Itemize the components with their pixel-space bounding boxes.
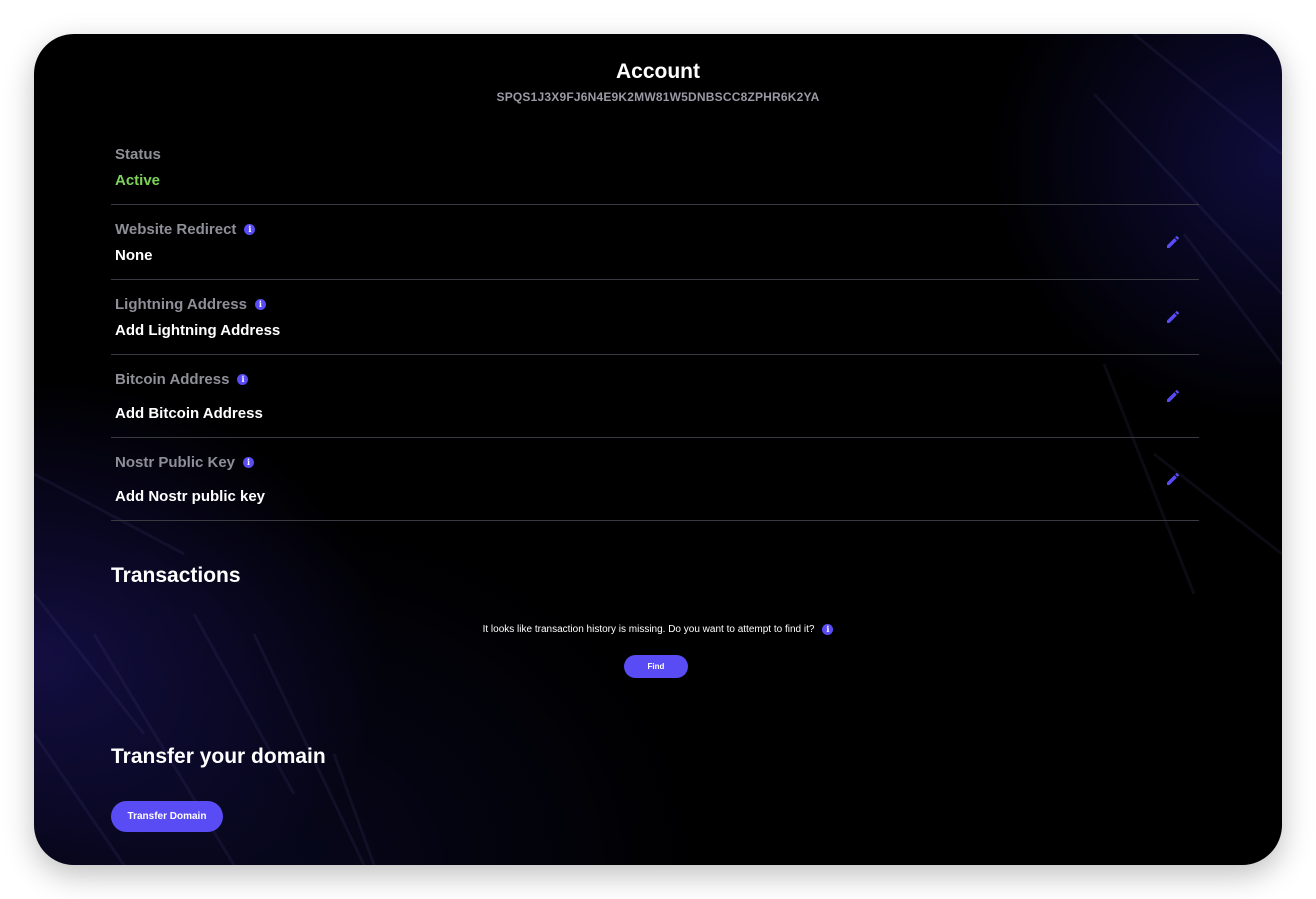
account-id: SPQS1J3X9FJ6N4E9K2MW81W5DNBSCC8ZPHR6K2YA bbox=[496, 90, 820, 104]
page-title: Account bbox=[616, 60, 700, 83]
info-icon[interactable]: i bbox=[822, 624, 834, 635]
pencil-icon[interactable] bbox=[1165, 471, 1181, 487]
info-icon[interactable]: i bbox=[254, 299, 266, 310]
website-redirect-row: Website Redirect i None bbox=[111, 205, 1199, 280]
pencil-icon[interactable] bbox=[1165, 388, 1181, 404]
pencil-icon[interactable] bbox=[1165, 309, 1181, 325]
transfer-domain-button[interactable]: Transfer Domain bbox=[111, 801, 223, 832]
status-label: Status bbox=[115, 146, 161, 163]
account-card: Account SPQS1J3X9FJ6N4E9K2MW81W5DNBSCC8Z… bbox=[34, 34, 1282, 865]
nostr-public-key-row: Nostr Public Key i Add Nostr public key bbox=[111, 438, 1199, 521]
bitcoin-address-row: Bitcoin Address i Add Bitcoin Address bbox=[111, 355, 1199, 438]
account-header: Account SPQS1J3X9FJ6N4E9K2MW81W5DNBSCC8Z… bbox=[34, 60, 1282, 104]
transaction-missing-message: It looks like transaction history is mis… bbox=[34, 624, 1282, 635]
transfer-domain-title: Transfer your domain bbox=[111, 745, 326, 768]
lightning-address-label: Lightning Address i bbox=[115, 296, 266, 313]
missing-message-text: It looks like transaction history is mis… bbox=[482, 624, 815, 635]
transactions-title: Transactions bbox=[111, 564, 241, 587]
info-icon[interactable]: i bbox=[244, 224, 256, 235]
info-icon[interactable]: i bbox=[237, 374, 249, 385]
pencil-icon[interactable] bbox=[1165, 234, 1181, 250]
find-button[interactable]: Find bbox=[624, 655, 688, 678]
website-redirect-value: None bbox=[115, 247, 153, 264]
website-redirect-label-text: Website Redirect bbox=[115, 221, 237, 238]
lightning-address-value[interactable]: Add Lightning Address bbox=[115, 322, 280, 339]
account-details-list: Status Active Website Redirect i None Li… bbox=[111, 129, 1199, 521]
status-value: Active bbox=[115, 172, 161, 189]
bitcoin-address-label: Bitcoin Address i bbox=[115, 371, 249, 388]
nostr-public-key-label: Nostr Public Key i bbox=[115, 454, 255, 471]
bitcoin-address-value[interactable]: Add Bitcoin Address bbox=[115, 405, 263, 422]
status-row: Status Active bbox=[111, 129, 1199, 205]
info-icon[interactable]: i bbox=[243, 457, 255, 468]
website-redirect-label: Website Redirect i bbox=[115, 221, 256, 238]
lightning-address-label-text: Lightning Address bbox=[115, 296, 247, 313]
nostr-public-key-value[interactable]: Add Nostr public key bbox=[115, 488, 265, 505]
bitcoin-address-label-text: Bitcoin Address bbox=[115, 371, 230, 388]
lightning-address-row: Lightning Address i Add Lightning Addres… bbox=[111, 280, 1199, 355]
status-label-text: Status bbox=[115, 146, 161, 163]
nostr-public-key-label-text: Nostr Public Key bbox=[115, 454, 236, 471]
